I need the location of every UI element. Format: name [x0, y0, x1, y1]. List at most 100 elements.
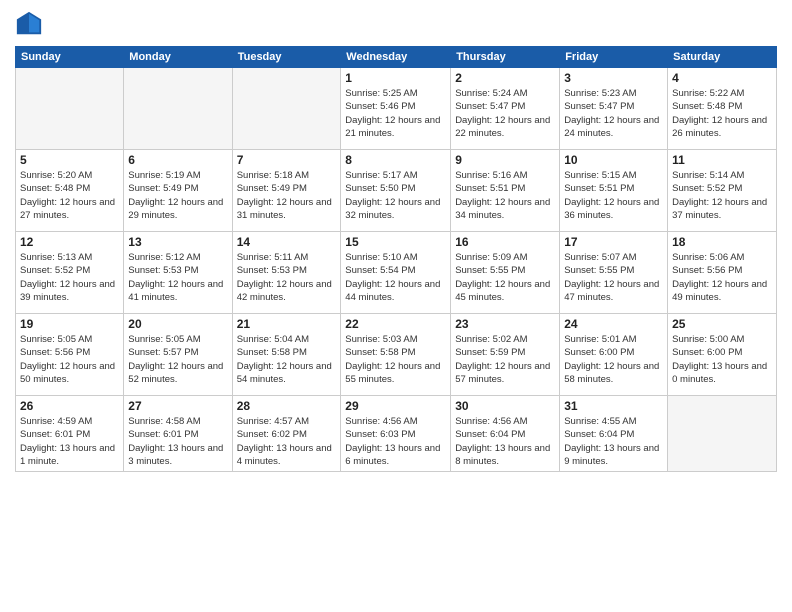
day-info: Sunrise: 4:57 AM Sunset: 6:02 PM Dayligh…	[237, 415, 337, 468]
calendar-cell: 20 Sunrise: 5:05 AM Sunset: 5:57 PM Dayli…	[124, 314, 232, 396]
calendar-cell: 1 Sunrise: 5:25 AM Sunset: 5:46 PM Daylig…	[341, 68, 451, 150]
day-info: Sunrise: 4:56 AM Sunset: 6:04 PM Dayligh…	[455, 415, 555, 468]
calendar-cell: 22 Sunrise: 5:03 AM Sunset: 5:58 PM Dayli…	[341, 314, 451, 396]
day-number: 2	[455, 71, 555, 85]
day-number: 28	[237, 399, 337, 413]
logo	[15, 10, 47, 38]
day-info: Sunrise: 5:05 AM Sunset: 5:56 PM Dayligh…	[20, 333, 119, 386]
day-number: 20	[128, 317, 227, 331]
calendar-cell: 12 Sunrise: 5:13 AM Sunset: 5:52 PM Dayli…	[16, 232, 124, 314]
day-number: 8	[345, 153, 446, 167]
day-info: Sunrise: 5:11 AM Sunset: 5:53 PM Dayligh…	[237, 251, 337, 304]
day-info: Sunrise: 5:25 AM Sunset: 5:46 PM Dayligh…	[345, 87, 446, 140]
calendar-cell: 14 Sunrise: 5:11 AM Sunset: 5:53 PM Dayli…	[232, 232, 341, 314]
calendar-week-row: 5 Sunrise: 5:20 AM Sunset: 5:48 PM Daylig…	[16, 150, 777, 232]
calendar-cell: 2 Sunrise: 5:24 AM Sunset: 5:47 PM Daylig…	[451, 68, 560, 150]
day-number: 25	[672, 317, 772, 331]
day-info: Sunrise: 5:22 AM Sunset: 5:48 PM Dayligh…	[672, 87, 772, 140]
day-number: 27	[128, 399, 227, 413]
day-number: 5	[20, 153, 119, 167]
day-info: Sunrise: 5:02 AM Sunset: 5:59 PM Dayligh…	[455, 333, 555, 386]
calendar-cell: 27 Sunrise: 4:58 AM Sunset: 6:01 PM Dayli…	[124, 396, 232, 472]
calendar-cell: 18 Sunrise: 5:06 AM Sunset: 5:56 PM Dayli…	[668, 232, 777, 314]
day-info: Sunrise: 5:14 AM Sunset: 5:52 PM Dayligh…	[672, 169, 772, 222]
day-number: 26	[20, 399, 119, 413]
day-info: Sunrise: 5:03 AM Sunset: 5:58 PM Dayligh…	[345, 333, 446, 386]
day-info: Sunrise: 5:23 AM Sunset: 5:47 PM Dayligh…	[564, 87, 663, 140]
calendar-cell: 19 Sunrise: 5:05 AM Sunset: 5:56 PM Dayli…	[16, 314, 124, 396]
day-number: 31	[564, 399, 663, 413]
calendar-cell: 25 Sunrise: 5:00 AM Sunset: 6:00 PM Dayli…	[668, 314, 777, 396]
day-number: 1	[345, 71, 446, 85]
weekday-header: Sunday	[16, 47, 124, 68]
calendar-cell: 7 Sunrise: 5:18 AM Sunset: 5:49 PM Daylig…	[232, 150, 341, 232]
day-info: Sunrise: 5:05 AM Sunset: 5:57 PM Dayligh…	[128, 333, 227, 386]
weekday-header-row: SundayMondayTuesdayWednesdayThursdayFrid…	[16, 47, 777, 68]
day-info: Sunrise: 5:10 AM Sunset: 5:54 PM Dayligh…	[345, 251, 446, 304]
day-number: 12	[20, 235, 119, 249]
day-info: Sunrise: 5:20 AM Sunset: 5:48 PM Dayligh…	[20, 169, 119, 222]
day-info: Sunrise: 5:15 AM Sunset: 5:51 PM Dayligh…	[564, 169, 663, 222]
day-info: Sunrise: 5:17 AM Sunset: 5:50 PM Dayligh…	[345, 169, 446, 222]
day-number: 15	[345, 235, 446, 249]
day-number: 19	[20, 317, 119, 331]
calendar-cell: 21 Sunrise: 5:04 AM Sunset: 5:58 PM Dayli…	[232, 314, 341, 396]
day-number: 17	[564, 235, 663, 249]
logo-icon	[15, 10, 43, 38]
calendar-cell: 31 Sunrise: 4:55 AM Sunset: 6:04 PM Dayli…	[560, 396, 668, 472]
calendar-cell	[16, 68, 124, 150]
weekday-header: Wednesday	[341, 47, 451, 68]
calendar: SundayMondayTuesdayWednesdayThursdayFrid…	[15, 46, 777, 472]
day-info: Sunrise: 5:24 AM Sunset: 5:47 PM Dayligh…	[455, 87, 555, 140]
day-info: Sunrise: 4:58 AM Sunset: 6:01 PM Dayligh…	[128, 415, 227, 468]
day-info: Sunrise: 5:06 AM Sunset: 5:56 PM Dayligh…	[672, 251, 772, 304]
day-number: 29	[345, 399, 446, 413]
calendar-cell: 5 Sunrise: 5:20 AM Sunset: 5:48 PM Daylig…	[16, 150, 124, 232]
day-number: 23	[455, 317, 555, 331]
calendar-week-row: 1 Sunrise: 5:25 AM Sunset: 5:46 PM Daylig…	[16, 68, 777, 150]
page: SundayMondayTuesdayWednesdayThursdayFrid…	[0, 0, 792, 612]
calendar-cell: 15 Sunrise: 5:10 AM Sunset: 5:54 PM Dayli…	[341, 232, 451, 314]
day-number: 24	[564, 317, 663, 331]
day-number: 3	[564, 71, 663, 85]
calendar-cell: 24 Sunrise: 5:01 AM Sunset: 6:00 PM Dayli…	[560, 314, 668, 396]
calendar-cell	[232, 68, 341, 150]
day-number: 14	[237, 235, 337, 249]
day-info: Sunrise: 4:59 AM Sunset: 6:01 PM Dayligh…	[20, 415, 119, 468]
day-info: Sunrise: 5:19 AM Sunset: 5:49 PM Dayligh…	[128, 169, 227, 222]
day-info: Sunrise: 5:16 AM Sunset: 5:51 PM Dayligh…	[455, 169, 555, 222]
day-info: Sunrise: 5:04 AM Sunset: 5:58 PM Dayligh…	[237, 333, 337, 386]
day-info: Sunrise: 5:13 AM Sunset: 5:52 PM Dayligh…	[20, 251, 119, 304]
calendar-cell: 23 Sunrise: 5:02 AM Sunset: 5:59 PM Dayli…	[451, 314, 560, 396]
calendar-week-row: 19 Sunrise: 5:05 AM Sunset: 5:56 PM Dayli…	[16, 314, 777, 396]
calendar-cell: 3 Sunrise: 5:23 AM Sunset: 5:47 PM Daylig…	[560, 68, 668, 150]
calendar-week-row: 26 Sunrise: 4:59 AM Sunset: 6:01 PM Dayli…	[16, 396, 777, 472]
calendar-cell: 28 Sunrise: 4:57 AM Sunset: 6:02 PM Dayli…	[232, 396, 341, 472]
calendar-cell: 8 Sunrise: 5:17 AM Sunset: 5:50 PM Daylig…	[341, 150, 451, 232]
weekday-header: Thursday	[451, 47, 560, 68]
day-number: 22	[345, 317, 446, 331]
calendar-cell: 9Sunrise: 5:16 AM Sunset: 5:51 PM Daylig…	[451, 150, 560, 232]
weekday-header: Friday	[560, 47, 668, 68]
calendar-cell	[668, 396, 777, 472]
day-info: Sunrise: 5:18 AM Sunset: 5:49 PM Dayligh…	[237, 169, 337, 222]
calendar-cell: 29 Sunrise: 4:56 AM Sunset: 6:03 PM Dayli…	[341, 396, 451, 472]
calendar-cell: 10Sunrise: 5:15 AM Sunset: 5:51 PM Dayli…	[560, 150, 668, 232]
calendar-cell: 13 Sunrise: 5:12 AM Sunset: 5:53 PM Dayli…	[124, 232, 232, 314]
day-number: 4	[672, 71, 772, 85]
day-info: Sunrise: 4:56 AM Sunset: 6:03 PM Dayligh…	[345, 415, 446, 468]
day-info: Sunrise: 4:55 AM Sunset: 6:04 PM Dayligh…	[564, 415, 663, 468]
calendar-cell: 17 Sunrise: 5:07 AM Sunset: 5:55 PM Dayli…	[560, 232, 668, 314]
day-info: Sunrise: 5:12 AM Sunset: 5:53 PM Dayligh…	[128, 251, 227, 304]
day-info: Sunrise: 5:01 AM Sunset: 6:00 PM Dayligh…	[564, 333, 663, 386]
calendar-cell: 16Sunrise: 5:09 AM Sunset: 5:55 PM Dayli…	[451, 232, 560, 314]
day-number: 18	[672, 235, 772, 249]
day-number: 13	[128, 235, 227, 249]
day-number: 6	[128, 153, 227, 167]
day-number: 21	[237, 317, 337, 331]
day-number: 7	[237, 153, 337, 167]
calendar-cell	[124, 68, 232, 150]
day-info: Sunrise: 5:00 AM Sunset: 6:00 PM Dayligh…	[672, 333, 772, 386]
day-number: 30	[455, 399, 555, 413]
day-info: Sunrise: 5:07 AM Sunset: 5:55 PM Dayligh…	[564, 251, 663, 304]
